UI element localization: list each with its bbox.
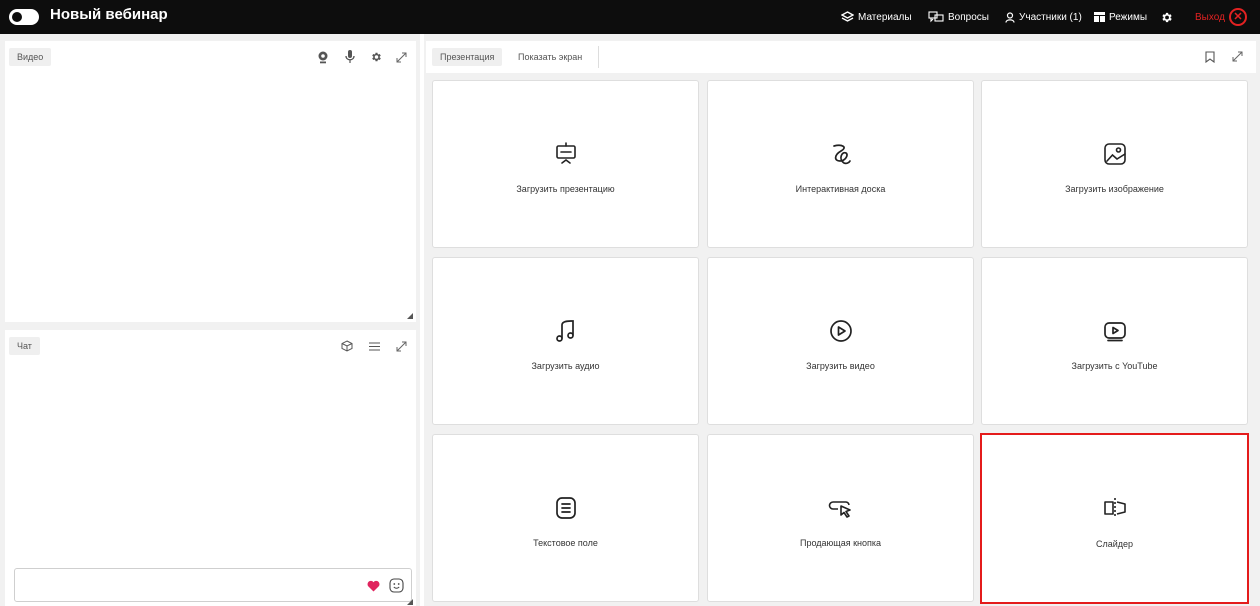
card-label: Загрузить видео bbox=[806, 361, 875, 371]
video-panel: Видео bbox=[5, 41, 416, 322]
card-upload-audio[interactable]: Загрузить аудио bbox=[432, 257, 699, 425]
tab-presentation[interactable]: Презентация bbox=[432, 48, 503, 66]
card-upload-presentation[interactable]: Загрузить презентацию bbox=[432, 80, 699, 248]
play-circle-icon bbox=[828, 318, 854, 344]
video-settings-button[interactable] bbox=[368, 49, 384, 65]
heart-icon[interactable] bbox=[367, 580, 380, 592]
bookmark-icon[interactable] bbox=[1205, 51, 1215, 63]
top-bar: Новый вебинар Материалы Вопросы Участник… bbox=[0, 0, 1260, 34]
microphone-icon bbox=[345, 50, 355, 63]
card-label: Загрузить презентацию bbox=[516, 184, 615, 194]
chat-fullscreen-button[interactable] bbox=[393, 338, 409, 354]
cursor-button-icon bbox=[828, 495, 854, 521]
settings-button[interactable] bbox=[1160, 0, 1177, 34]
image-icon bbox=[1102, 141, 1128, 167]
webcam-icon bbox=[318, 51, 328, 63]
card-label: Загрузить с YouTube bbox=[1071, 361, 1158, 371]
gear-icon bbox=[372, 52, 381, 62]
modes-icon bbox=[1094, 12, 1105, 22]
card-label: Загрузить изображение bbox=[1065, 184, 1164, 194]
materials-button[interactable]: Материалы bbox=[841, 0, 912, 34]
exit-button[interactable]: Выход ✕ bbox=[1195, 0, 1247, 34]
modes-label: Режимы bbox=[1109, 11, 1148, 23]
questions-button[interactable]: Вопросы bbox=[928, 0, 989, 34]
music-note-icon bbox=[553, 318, 579, 344]
chat-message-input[interactable] bbox=[14, 568, 412, 602]
card-upload-youtube[interactable]: Загрузить с YouTube bbox=[981, 257, 1248, 425]
card-text-field[interactable]: Текстовое поле bbox=[432, 434, 699, 602]
text-field-icon bbox=[553, 495, 579, 521]
user-icon bbox=[1005, 11, 1015, 23]
card-upload-image[interactable]: Загрузить изображение bbox=[981, 80, 1248, 248]
expand-icon bbox=[396, 52, 406, 62]
card-interactive-board[interactable]: Интерактивная доска bbox=[707, 80, 974, 248]
resize-handle-icon[interactable] bbox=[407, 599, 413, 605]
microphone-button[interactable] bbox=[342, 49, 358, 65]
expand-icon[interactable] bbox=[1232, 51, 1243, 62]
video-fullscreen-button[interactable] bbox=[393, 49, 409, 65]
video-tab[interactable]: Видео bbox=[9, 48, 52, 66]
card-upload-video[interactable]: Загрузить видео bbox=[707, 257, 974, 425]
webcam-button[interactable] bbox=[315, 49, 331, 65]
chat-bubbles-icon bbox=[928, 11, 944, 23]
close-circle-icon: ✕ bbox=[1228, 8, 1247, 26]
chat-menu-button[interactable] bbox=[366, 338, 382, 354]
emoji-icon[interactable] bbox=[389, 578, 404, 593]
modes-button[interactable]: Режимы bbox=[1094, 0, 1147, 34]
card-selling-button[interactable]: Продающая кнопка bbox=[707, 434, 974, 602]
tab-share-screen[interactable]: Показать экран bbox=[510, 48, 590, 66]
card-label: Загрузить аудио bbox=[531, 361, 600, 371]
card-label: Интерактивная доска bbox=[795, 184, 886, 194]
youtube-icon bbox=[1102, 318, 1128, 344]
presentation-icon bbox=[553, 141, 579, 167]
chat-tab[interactable]: Чат bbox=[9, 337, 40, 355]
slider-icon bbox=[1102, 495, 1128, 521]
resize-handle-icon[interactable] bbox=[407, 313, 413, 319]
toggle-knob bbox=[12, 12, 22, 22]
cube-icon bbox=[341, 340, 353, 352]
exit-label: Выход bbox=[1195, 11, 1225, 23]
chat-panel: Чат bbox=[5, 330, 416, 606]
presentation-header: Презентация Показать экран bbox=[426, 41, 1256, 73]
layers-icon bbox=[841, 11, 854, 22]
toggle-switch[interactable] bbox=[9, 9, 39, 25]
chat-cube-button[interactable] bbox=[339, 338, 355, 354]
participants-button[interactable]: Участники (1) bbox=[1005, 0, 1082, 34]
participants-label: Участники (1) bbox=[1019, 11, 1082, 23]
whiteboard-squiggle-icon bbox=[828, 141, 854, 167]
card-label: Текстовое поле bbox=[533, 538, 598, 548]
card-slider[interactable]: Слайдер bbox=[980, 433, 1249, 604]
materials-label: Материалы bbox=[858, 11, 912, 23]
tab-divider bbox=[598, 46, 599, 68]
gear-icon bbox=[1162, 12, 1172, 22]
card-label: Продающая кнопка bbox=[800, 538, 881, 548]
menu-icon bbox=[368, 341, 380, 351]
expand-icon bbox=[396, 341, 406, 351]
webinar-title: Новый вебинар bbox=[50, 6, 168, 23]
questions-label: Вопросы bbox=[948, 11, 989, 23]
card-label: Слайдер bbox=[1095, 539, 1134, 549]
